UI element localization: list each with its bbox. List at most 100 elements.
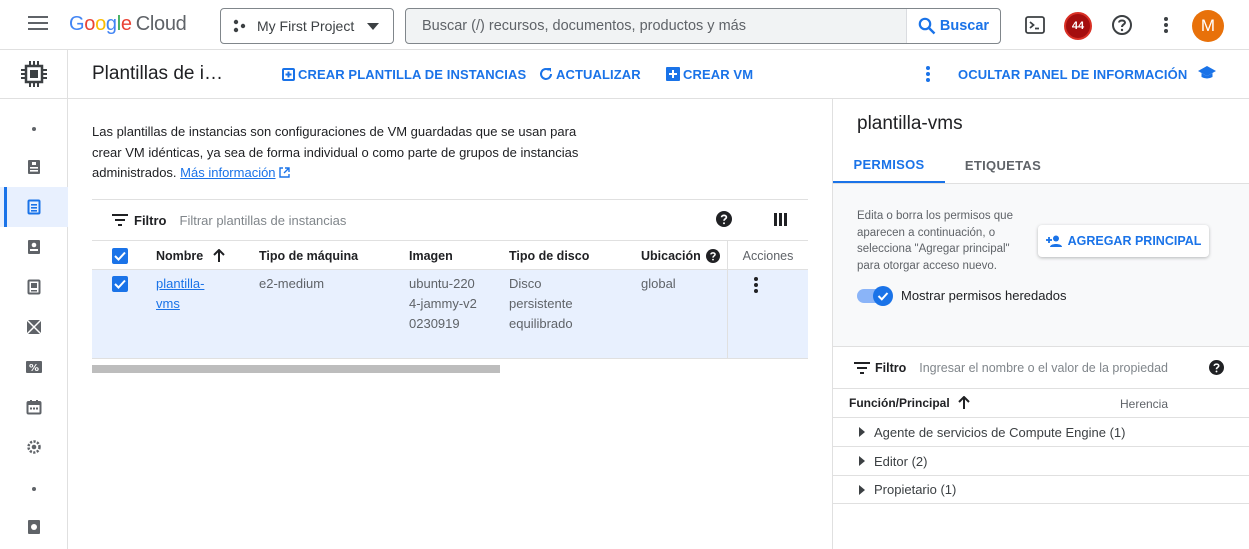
toggle-label: Mostrar permisos heredados (901, 288, 1067, 303)
row-actions-more-icon[interactable] (753, 276, 759, 294)
learn-icon[interactable] (1198, 66, 1216, 80)
nav-reservations-icon[interactable] (0, 389, 68, 425)
create-template-button[interactable]: CREAR PLANTILLA DE INSTANCIAS (282, 50, 526, 98)
panel-filter-help-icon[interactable] (1209, 360, 1224, 375)
role-row[interactable]: Editor (2) (833, 446, 1249, 475)
hide-info-panel-button[interactable]: OCULTAR PANEL DE INFORMACIÓN (958, 50, 1187, 98)
panel-filter-bar: Filtro Ingresar el nombre o el valor de … (833, 349, 1249, 387)
project-icon (233, 19, 247, 33)
notifications-badge[interactable]: 44 (1064, 12, 1092, 40)
inherited-permissions-toggle[interactable] (857, 286, 893, 306)
roles-table-header: Función/Principal Herencia (833, 388, 1249, 418)
refresh-button[interactable]: ACTUALIZAR (539, 50, 641, 98)
permissions-section: Edita o borra los permisos que aparecen … (833, 184, 1249, 347)
nav-vm-instances-icon[interactable] (0, 149, 68, 185)
template-name-link[interactable]: plantilla-vms (156, 274, 214, 314)
search-input[interactable]: Buscar (/) recursos, documentos, product… (406, 18, 906, 34)
role-label: Agente de servicios de Compute Engine (1… (874, 424, 1126, 440)
tab-permissions[interactable]: PERMISOS (833, 147, 945, 183)
search-icon (918, 17, 936, 35)
nav-sole-tenant-icon[interactable] (0, 229, 68, 265)
role-label: Propietario (1) (874, 482, 957, 497)
nav-machine-images-icon[interactable] (0, 269, 68, 305)
panel-filter-input[interactable]: Ingresar el nombre o el valor de la prop… (919, 361, 1199, 375)
create-vm-button[interactable]: CREAR VM (666, 50, 753, 98)
row-actions-cell (727, 270, 808, 358)
column-display-icon[interactable] (774, 213, 787, 226)
expand-arrow-icon (859, 456, 865, 466)
person-add-icon (1045, 235, 1063, 247)
role-row[interactable]: Propietario (1) (833, 475, 1249, 504)
project-selector[interactable]: My First Project (220, 8, 394, 44)
logo-google-text: Google (69, 13, 132, 35)
cell-image: ubuntu-2204-jammy-v20230919 (409, 276, 477, 331)
row-checkbox[interactable] (112, 276, 128, 292)
col-role-principal[interactable]: Función/Principal (849, 396, 970, 410)
filter-input[interactable]: Filtrar plantillas de instancias (180, 213, 700, 228)
search-bar: Buscar (/) recursos, documentos, product… (405, 8, 1001, 44)
header-image[interactable]: Imagen (409, 241, 453, 271)
header-machine-type[interactable]: Tipo de máquina (259, 241, 358, 271)
filter-bar: Filtro Filtrar plantillas de instancias (92, 199, 808, 240)
nav-marketplace-icon[interactable] (0, 509, 68, 545)
page-header: Plantillas de i… CREAR PLANTILLA DE INST… (68, 50, 1249, 99)
nav-dot-2 (0, 471, 68, 507)
help-icon[interactable] (1111, 14, 1133, 36)
header-name-label: Nombre (156, 249, 204, 263)
intro-text: Las plantillas de instancias son configu… (92, 124, 579, 180)
header-location[interactable]: Ubicación (641, 241, 720, 271)
refresh-label: ACTUALIZAR (556, 66, 641, 82)
horizontal-scrollbar[interactable] (92, 365, 500, 373)
nav-committed-use-icon[interactable]: % (0, 349, 68, 385)
avatar-letter: M (1200, 16, 1216, 35)
cell-machine-type: e2-medium (259, 276, 325, 291)
permissions-description: Edita o borra los permisos que aparecen … (857, 210, 1013, 272)
role-row[interactable]: Agente de servicios de Compute Engine (1… (833, 417, 1249, 446)
chevron-down-icon (367, 23, 379, 30)
logo-cloud-text: Cloud (135, 13, 187, 35)
nav-instance-templates-icon[interactable] (0, 187, 68, 227)
cloud-shell-icon[interactable] (1025, 15, 1045, 35)
add-box-icon (282, 67, 295, 81)
filter-label: Filtro (134, 212, 167, 228)
location-help-icon[interactable] (705, 249, 720, 263)
avatar[interactable]: M (1192, 10, 1224, 42)
header-disk-type[interactable]: Tipo de disco (509, 241, 589, 271)
nav-tpus-icon[interactable] (0, 309, 68, 345)
search-button[interactable]: Buscar (906, 9, 1000, 43)
header-actions: Acciones (727, 241, 808, 270)
intro-description: Las plantillas de instancias son configu… (92, 122, 592, 184)
select-all-checkbox[interactable] (112, 248, 128, 264)
role-sort-arrow-up-icon (957, 396, 970, 410)
project-name: My First Project (257, 18, 355, 34)
add-principal-button[interactable]: AGREGAR PRINCIPAL (1038, 225, 1209, 257)
hide-panel-label: OCULTAR PANEL DE INFORMACIÓN (958, 66, 1188, 82)
role-label: Editor (2) (874, 453, 928, 469)
page-title: Plantillas de i… (92, 63, 223, 84)
google-cloud-logo[interactable]: Google Cloud (69, 13, 187, 36)
nav-settings-gear-icon[interactable] (0, 429, 68, 465)
search-button-label: Buscar (939, 18, 990, 34)
svg-text:%: % (29, 363, 39, 374)
panel-filter-label: Filtro (875, 361, 907, 375)
filter-icon (112, 214, 128, 226)
panel-title: plantilla-vms (857, 113, 963, 134)
expand-arrow-icon (859, 427, 865, 437)
external-link-icon (279, 167, 290, 178)
compute-engine-icon[interactable] (0, 50, 68, 99)
header-name[interactable]: Nombre (156, 241, 225, 271)
tab-labels[interactable]: ETIQUETAS (945, 147, 1061, 183)
refresh-icon (539, 67, 553, 81)
add-principal-label: AGREGAR PRINCIPAL (1067, 234, 1202, 248)
filter-help-icon[interactable] (716, 211, 732, 227)
main-menu-icon[interactable] (28, 15, 48, 31)
nav-dot-1 (0, 111, 68, 147)
table-row[interactable]: plantilla-vms e2-medium ubuntu-2204-jamm… (92, 270, 808, 359)
create-vm-label: CREAR VM (683, 66, 754, 82)
panel-filter-icon (854, 362, 870, 374)
add-box-filled-icon (666, 67, 680, 81)
more-options-icon[interactable] (1163, 16, 1169, 34)
header-more-icon[interactable] (925, 65, 931, 83)
learn-more-link[interactable]: Más información (180, 165, 275, 180)
cell-location: global (641, 276, 676, 291)
